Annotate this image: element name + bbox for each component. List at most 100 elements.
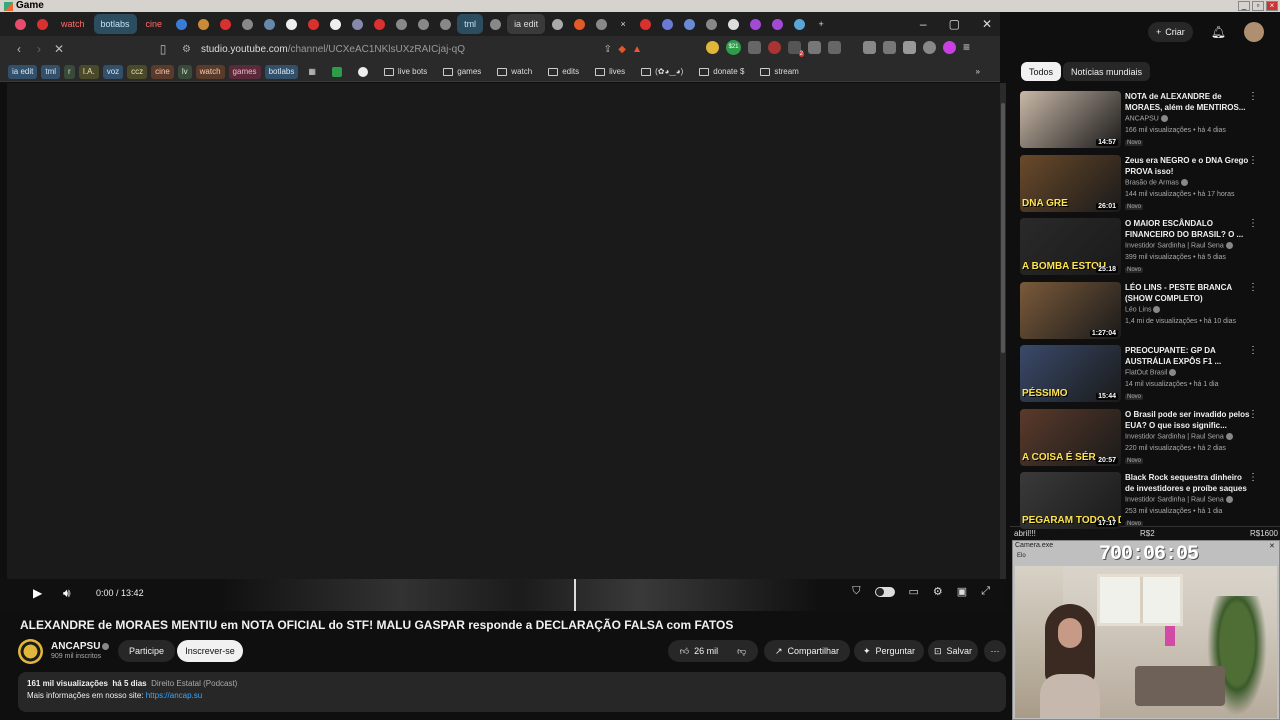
share-button[interactable]: ↗ Compartilhar (764, 640, 850, 662)
video-thumbnail[interactable]: PEGARAM TODO O DI 17:17 (1020, 472, 1121, 529)
recommended-video[interactable]: A BOMBA ESTOU 25:18 O MAIOR ESCÂNDALO FINA… (1020, 218, 1272, 275)
green-extension-icon[interactable] (326, 65, 348, 79)
bookmark-item[interactable]: botlabs (264, 64, 299, 79)
camera-close-icon[interactable]: ✕ (1269, 542, 1277, 550)
recommended-channel-name[interactable]: Léo Lins (1125, 306, 1151, 313)
channel-name[interactable]: ANCAPSU (51, 641, 110, 652)
more-options-icon[interactable]: ⋮ (1248, 282, 1258, 293)
bookmark-folder[interactable]: (✿◕‿◕) (635, 65, 689, 79)
save-button[interactable]: ⊡ Salvar (928, 640, 978, 662)
browser-tab[interactable] (259, 14, 279, 34)
podcast-tag[interactable]: Direito Estatal (Podcast) (151, 679, 237, 688)
counter-extension-icon[interactable]: 2 (788, 41, 804, 57)
video-thumbnail[interactable]: 1:27:04 (1020, 281, 1121, 339)
channel-avatar[interactable] (18, 639, 43, 664)
recommended-video[interactable]: DNA GRE 26:01 Zeus era NEGRO e o DNA Grego… (1020, 154, 1272, 212)
browser-tab[interactable]: cine (139, 14, 170, 34)
bookmark-page-icon[interactable]: ▯ (154, 40, 172, 58)
bookmark-item[interactable]: ia edit (8, 64, 38, 79)
miniplayer-icon[interactable]: ▣ (957, 585, 967, 598)
recommended-video[interactable]: PÉSSIMO 15:44 PREOCUPANTE: GP DA AUSTRÁLIA… (1020, 345, 1272, 402)
profile-extension-icon[interactable] (943, 41, 956, 54)
scrollbar-thumb[interactable] (1001, 103, 1005, 353)
recommended-channel-name[interactable]: FlatOut Brasil (1125, 369, 1167, 376)
more-options-icon[interactable]: ⋮ (1248, 409, 1258, 420)
share-page-icon[interactable]: ⇪ (604, 44, 612, 55)
recommended-video-title[interactable]: NOTA de ALEXANDRE de MORAES, além de MEN… (1125, 91, 1250, 113)
description-box[interactable]: 161 mil visualizações há 5 dias Direito … (18, 672, 1006, 712)
join-button[interactable]: Participe (118, 640, 175, 662)
browser-tab[interactable] (723, 14, 743, 34)
recommended-video[interactable]: 1:27:04 LÉO LINS - PESTE BRANCA (SHOW COM… (1020, 281, 1272, 339)
browser-tab[interactable] (547, 14, 567, 34)
recommended-video-title[interactable]: O Brasil pode ser invadido pelos EUA? O … (1125, 409, 1250, 431)
browser-tab[interactable] (591, 14, 611, 34)
bookmark-item[interactable]: lv (177, 64, 192, 79)
reload-stop-icon[interactable]: ✕ (50, 40, 68, 58)
bookmarks-overflow-icon[interactable]: » (970, 65, 986, 79)
filter-chip[interactable]: Todos (1021, 62, 1062, 81)
new-tab-icon[interactable]: + (811, 14, 831, 34)
browser-tab[interactable] (391, 14, 411, 34)
browser-tab[interactable] (32, 14, 52, 34)
sidebar-toggle-icon[interactable] (863, 41, 876, 54)
browser-tab[interactable] (171, 14, 191, 34)
more-actions-button[interactable]: ⋯ (984, 640, 1006, 662)
close-icon[interactable]: × (1266, 1, 1278, 11)
bookmark-folder[interactable]: donate $ (693, 65, 750, 79)
close-tab-icon[interactable]: × (613, 14, 633, 34)
browser-tab[interactable] (215, 14, 235, 34)
more-options-icon[interactable]: ⋮ (1248, 472, 1258, 483)
bookmark-item[interactable]: watch (195, 64, 225, 79)
extension-icon[interactable] (748, 41, 761, 54)
bookmark-item[interactable]: games (228, 64, 261, 79)
shield-icon[interactable]: ⛉ (852, 585, 860, 598)
brave-rewards-icon[interactable]: ▲ (632, 44, 642, 55)
recommended-channel-name[interactable]: Brasão de Armas (1125, 179, 1179, 186)
bookmark-folder[interactable]: stream (754, 65, 804, 79)
settings-icon[interactable]: ⚙ (933, 585, 943, 598)
recommended-channel[interactable]: Investidor Sardinha | Raul Sena (1125, 432, 1233, 440)
vpn-icon[interactable] (923, 41, 936, 54)
record-extension-icon[interactable] (768, 41, 781, 54)
recommended-video[interactable]: PEGARAM TODO O DI 17:17 Black Rock sequest… (1020, 472, 1272, 529)
forward-arrow-icon[interactable]: › (30, 40, 48, 58)
browser-tab[interactable] (369, 14, 389, 34)
notifications-bell-icon[interactable]: 🔔︎ (1211, 25, 1226, 39)
video-thumbnail[interactable]: A BOMBA ESTOU 25:18 (1020, 218, 1121, 275)
more-options-icon[interactable]: ⋮ (1248, 155, 1258, 166)
recommended-video-title[interactable]: Black Rock sequestra dinheiro de investi… (1125, 472, 1250, 494)
dislike-icon[interactable]: 👎︎ (737, 646, 746, 657)
recommended-video[interactable]: A COISA É SÉR 20:57 O Brasil pode ser inva… (1020, 408, 1272, 466)
price-extension-icon[interactable]: $21 (726, 40, 741, 55)
bookmark-folder[interactable]: live bots (378, 65, 433, 79)
recommended-channel-name[interactable]: Investidor Sardinha | Raul Sena (1125, 242, 1224, 249)
recommended-channel[interactable]: Léo Lins (1125, 305, 1161, 313)
user-avatar[interactable] (1244, 22, 1264, 42)
leo-ai-icon[interactable] (903, 41, 916, 54)
like-icon[interactable]: 👍︎ (680, 646, 689, 657)
apps-grid-icon[interactable]: ▦ (302, 65, 322, 79)
recommended-video-title[interactable]: Zeus era NEGRO e o DNA Grego PROVA isso! (1125, 155, 1250, 177)
browser-tab[interactable] (303, 14, 323, 34)
browser-tab[interactable]: watch (54, 14, 92, 34)
browser-tab[interactable] (10, 14, 30, 34)
browser-tab[interactable] (789, 14, 809, 34)
recommended-channel[interactable]: Investidor Sardinha | Raul Sena (1125, 496, 1233, 503)
browser-tab[interactable] (435, 14, 455, 34)
bookmark-folder[interactable]: lives (589, 65, 631, 79)
create-button[interactable]: + Criar (1148, 22, 1193, 42)
bookmark-item[interactable]: voz (102, 64, 124, 79)
browser-tab[interactable] (657, 14, 677, 34)
menu-icon[interactable]: ≡ (963, 41, 976, 54)
address-bar[interactable]: ⚙ studio.youtube.com/channel/UCXeAC1NKls… (182, 40, 652, 58)
browser-tab[interactable] (767, 14, 787, 34)
maximize-icon[interactable]: ▫ (1252, 1, 1264, 11)
recommended-channel-name[interactable]: Investidor Sardinha | Raul Sena (1125, 433, 1224, 440)
more-options-icon[interactable]: ⋮ (1248, 345, 1258, 356)
browser-maximize-icon[interactable]: ▢ (949, 17, 960, 31)
screenshot-extension-icon[interactable] (828, 41, 841, 54)
browser-tab[interactable] (413, 14, 433, 34)
browser-tab[interactable] (237, 14, 257, 34)
recommended-video-title[interactable]: PREOCUPANTE: GP DA AUSTRÁLIA EXPÔS F1 ..… (1125, 345, 1250, 367)
